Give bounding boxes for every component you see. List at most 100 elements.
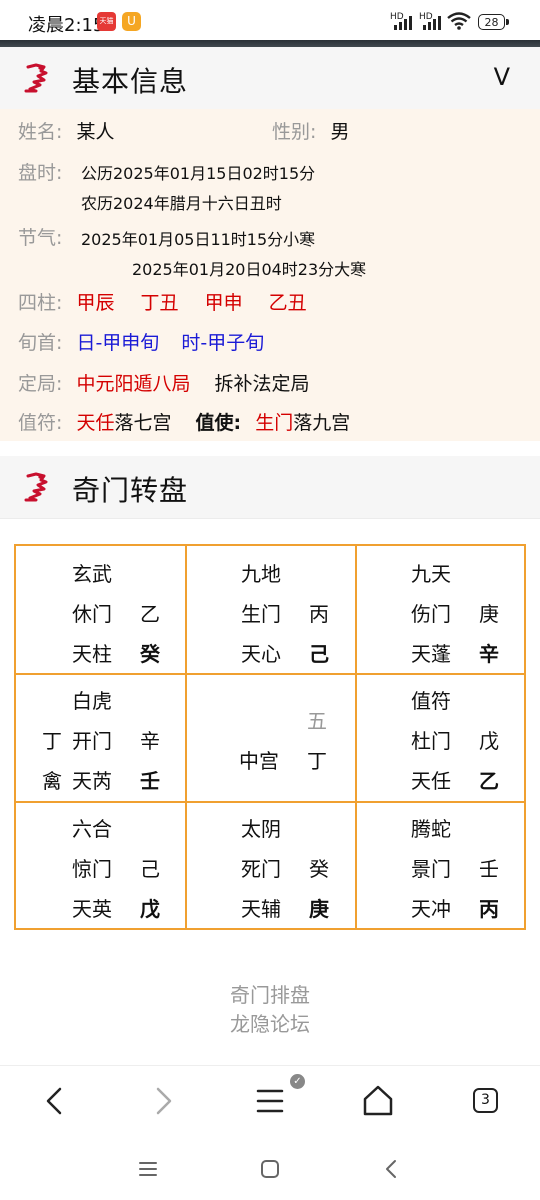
palace-star: 天英	[72, 897, 112, 921]
nine-palace-grid: 玄武 休门 乙 天柱 癸 九地 生门 丙 天心 己 九天 伤门 庚 天蓬 辛 白…	[14, 544, 526, 930]
basic-info-header[interactable]: 基本信息 V	[0, 47, 540, 110]
palace-cell: 九天 伤门 庚 天蓬 辛	[357, 546, 527, 674]
basic-info-title: 基本信息	[72, 65, 189, 98]
system-nav-bar	[0, 1140, 540, 1200]
palace-cell: 九地 生门 丙 天心 己	[187, 546, 357, 674]
name-row: 姓名: 某人	[18, 117, 114, 144]
zhifu-palace: 落七宫	[114, 412, 172, 434]
ju-method: 拆补法定局	[214, 373, 310, 395]
solar-term-1: 2025年01月05日11时15分小寒	[81, 230, 316, 249]
palace-star-stem: 乙	[479, 769, 499, 793]
ju-row: 定局: 中元阳遁八局 拆补法定局	[18, 369, 310, 396]
dragon-logo-icon	[24, 472, 48, 502]
palace-cell: 腾蛇 景门 壬 天冲 丙	[357, 803, 527, 931]
palace-cell: 值符 杜门 戊 天任 乙	[357, 675, 527, 803]
solar-term-label: 节气:	[18, 227, 63, 249]
pillars-label: 四柱:	[18, 292, 63, 314]
palace-cell: 玄武 休门 乙 天柱 癸	[16, 546, 186, 674]
palace-star-stem: 癸	[140, 642, 160, 666]
palace-door: 生门	[241, 602, 281, 626]
palace-god: 九地	[241, 562, 281, 586]
palace-door-stem: 癸	[309, 857, 329, 881]
palace-door: 景门	[411, 857, 451, 881]
tmall-notification-icon: 天猫	[97, 12, 116, 31]
home-nav-icon[interactable]	[259, 1158, 281, 1180]
palace-star: 天任	[411, 769, 451, 793]
tabs-button[interactable]: 3	[473, 1088, 498, 1113]
wifi-icon	[447, 12, 471, 30]
zhishi-palace: 落九宫	[293, 412, 351, 434]
palace-door: 死门	[241, 857, 281, 881]
solar-term-2: 2025年01月20日04时23分大寒	[132, 260, 367, 279]
gender-row: 性别: 男	[272, 117, 349, 144]
footer-link-forum[interactable]: 龙隐论坛	[0, 1008, 540, 1037]
gender-label: 性别:	[272, 121, 317, 143]
palace-star: 天蓬	[411, 642, 451, 666]
center-number: 五	[307, 709, 327, 733]
zhishi-door: 生门	[255, 412, 294, 434]
dragon-logo-icon	[24, 63, 48, 93]
palace-door: 开门	[72, 729, 112, 753]
recent-apps-icon[interactable]	[137, 1158, 159, 1180]
lunar-date: 农历2024年腊月十六日丑时	[81, 194, 282, 213]
qimen-chart-title: 奇门转盘	[72, 474, 189, 507]
palace-left-stem: 丁	[42, 729, 62, 753]
gender-value: 男	[330, 121, 350, 143]
palace-door: 惊门	[72, 857, 112, 881]
palace-door: 杜门	[411, 729, 451, 753]
signal-icon-1	[392, 14, 414, 30]
palace-star-stem: 己	[309, 642, 329, 666]
palace-star: 天柱	[72, 642, 112, 666]
palace-star: 天辅	[241, 897, 281, 921]
palace-door-stem: 戊	[479, 729, 499, 753]
zhifu-row: 值符: 天任落七宫 值使: 生门落九宫	[18, 408, 350, 435]
palace-door-stem: 辛	[140, 729, 160, 753]
palace-door: 休门	[72, 602, 112, 626]
palace-star-stem: 戊	[140, 897, 160, 921]
palace-door: 伤门	[411, 602, 451, 626]
palace-star-stem: 庚	[309, 897, 329, 921]
footer-link-qimen[interactable]: 奇门排盘	[0, 979, 540, 1008]
pillar-hour: 乙丑	[268, 292, 307, 314]
home-icon[interactable]	[358, 1081, 398, 1121]
palace-cell: 六合 惊门 己 天英 戊	[16, 803, 186, 931]
palace-cell: 白虎 丁 开门 辛 禽 天芮 壬	[16, 675, 186, 803]
pillar-year: 甲辰	[76, 292, 115, 314]
palace-star-stem: 辛	[479, 642, 499, 666]
xun-row: 旬首: 日-甲申旬 时-甲子旬	[18, 328, 264, 355]
zhishi-label: 值使:	[195, 412, 242, 434]
back-icon[interactable]	[35, 1081, 75, 1121]
palace-god: 太阴	[241, 817, 281, 841]
ju-label: 定局:	[18, 373, 63, 395]
zhifu-star: 天任	[76, 412, 115, 434]
palace-door-stem: 庚	[479, 602, 499, 626]
palace-god: 白虎	[72, 689, 112, 713]
xun-label: 旬首:	[18, 332, 63, 354]
forward-icon[interactable]	[143, 1081, 183, 1121]
solar-date: 公历2025年01月15日02时15分	[81, 164, 316, 183]
xun-hour: 时-甲子旬	[181, 332, 265, 354]
palace-star: 天芮	[72, 769, 112, 793]
palace-god: 玄武	[72, 562, 112, 586]
app-notification-icon: U	[122, 12, 141, 31]
solar-term-row: 节气:	[18, 223, 62, 250]
xun-day: 日-甲申旬	[76, 332, 160, 354]
collapse-toggle-button[interactable]: V	[494, 63, 510, 91]
palace-cell: 五 中宫 丁	[187, 675, 357, 803]
menu-icon[interactable]	[250, 1081, 290, 1121]
palace-door-stem: 己	[140, 857, 160, 881]
palace-door-stem: 壬	[479, 857, 499, 881]
back-nav-icon[interactable]	[381, 1158, 403, 1180]
palace-star-stem: 壬	[140, 769, 160, 793]
time-row: 盘时:	[18, 158, 62, 185]
qimen-chart-header: 奇门转盘	[0, 456, 540, 519]
signal-icon-2	[421, 14, 443, 30]
palace-star-stem: 丙	[479, 897, 499, 921]
time-label: 盘时:	[18, 162, 63, 184]
palace-god: 六合	[72, 817, 112, 841]
top-divider	[0, 40, 540, 47]
center-palace-label: 中宫	[239, 749, 279, 773]
ju-value: 中元阳遁八局	[76, 373, 191, 395]
pillar-day: 甲申	[204, 292, 243, 314]
center-palace-stem: 丁	[307, 749, 327, 773]
